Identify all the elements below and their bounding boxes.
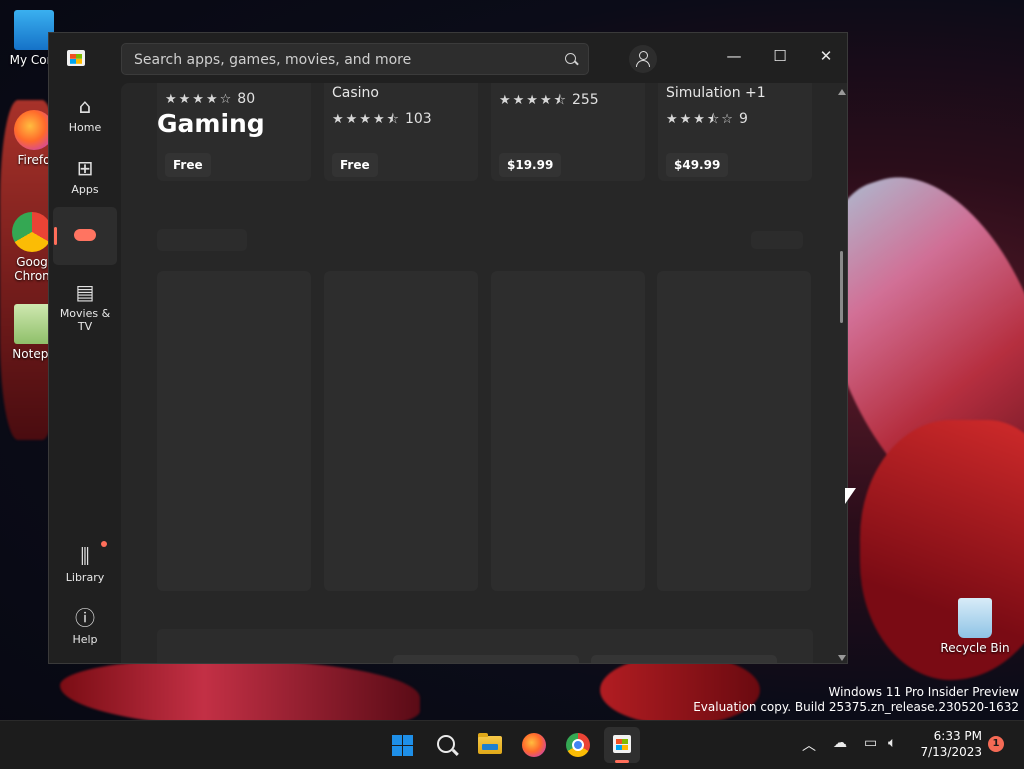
sidebar-item-label: Apps — [71, 183, 99, 196]
search-input[interactable] — [132, 44, 556, 76]
rating-count: 103 — [404, 111, 432, 127]
taskbar: ︿ ☁ ▭ 🔈︎ 6:33 PM 7/13/2023 1 — [0, 720, 1024, 769]
microsoft-store-window: — ☐ ✕ ⌂ Home ⊞ Apps ▤ Movies & TV ⫼ Libr… — [48, 32, 848, 664]
section-heading: Gaming — [157, 109, 265, 138]
app-card[interactable]: Simulation +1 ★★★⯪☆ 9 $49.99 — [658, 83, 812, 181]
desktop-icon-recycle-bin[interactable]: Recycle Bin — [940, 598, 1010, 655]
rating-stars: ★★★★⯪ 103 — [332, 111, 432, 127]
skeleton-heading — [157, 229, 247, 251]
update-badge — [101, 541, 107, 547]
sidebar-item-help[interactable]: ⓘ Help — [53, 599, 117, 657]
sidebar-item-library[interactable]: ⫼ Library — [53, 537, 117, 595]
profile-button[interactable] — [629, 45, 657, 73]
price-badge: Free — [332, 153, 378, 177]
search-icon — [437, 735, 455, 753]
taskbar-clock[interactable]: 6:33 PM 7/13/2023 — [918, 728, 982, 760]
card-title: Casino — [332, 85, 379, 101]
skeleton-tile — [491, 271, 645, 591]
skeleton-tile — [324, 271, 478, 591]
scroll-down-icon[interactable] — [838, 655, 846, 661]
vertical-scrollbar[interactable] — [835, 83, 847, 663]
windows-watermark: Windows 11 Pro Insider Preview Evaluatio… — [693, 685, 1019, 714]
taskbar-firefox[interactable] — [516, 727, 552, 763]
search-icon[interactable] — [565, 53, 576, 64]
maximize-button[interactable]: ☐ — [757, 41, 803, 71]
taskbar-microsoft-store[interactable] — [604, 727, 640, 763]
sidebar-item-movies-tv[interactable]: ▤ Movies & TV — [53, 273, 117, 333]
skeleton-pill — [393, 655, 579, 663]
rating-stars: ★★★★☆ 80 — [165, 91, 256, 107]
rating-count: 9 — [738, 111, 748, 127]
price-badge: Free — [165, 153, 211, 177]
rating-count: 80 — [237, 91, 256, 107]
scrollbar-thumb[interactable] — [840, 251, 843, 323]
chrome-icon — [12, 212, 52, 252]
rating-count: 255 — [571, 92, 599, 108]
app-card[interactable]: ★★★★⯪ 255 $19.99 — [491, 83, 645, 181]
close-button[interactable]: ✕ — [803, 41, 847, 71]
gamepad-icon — [74, 229, 96, 241]
rating-stars: ★★★⯪☆ 9 — [666, 111, 748, 127]
mouse-cursor-icon — [845, 488, 856, 504]
desktop-icon-label: Firefo — [17, 153, 51, 167]
store-icon — [613, 735, 631, 753]
clock-time: 6:33 PM — [933, 729, 982, 743]
search-box[interactable] — [121, 43, 589, 76]
desktop-icon-label: Recycle Bin — [940, 641, 1010, 655]
library-icon: ⫼ — [80, 544, 90, 568]
help-icon: ⓘ — [75, 606, 95, 630]
recycle-bin-icon — [958, 598, 992, 638]
firefox-icon — [522, 733, 546, 757]
card-title: Simulation +1 — [666, 85, 766, 101]
start-button[interactable] — [384, 727, 420, 763]
price-badge: $49.99 — [666, 153, 729, 177]
file-explorer-icon — [478, 733, 502, 754]
sidebar-item-gaming[interactable] — [53, 207, 117, 265]
network-icon[interactable]: ▭ — [864, 735, 877, 751]
volume-icon[interactable]: 🔈︎ — [888, 735, 896, 751]
skeleton-tile — [157, 271, 311, 591]
minimize-button[interactable]: — — [711, 41, 757, 71]
taskbar-chrome[interactable] — [560, 727, 596, 763]
home-icon: ⌂ — [78, 94, 92, 118]
sidebar-item-label: Movies & TV — [59, 307, 111, 333]
store-logo-icon — [67, 50, 85, 66]
title-bar: — ☐ ✕ — [49, 33, 847, 83]
desktop-icon-label: Goog Chron — [14, 255, 50, 283]
taskbar-file-explorer[interactable] — [472, 727, 508, 763]
sidebar-item-apps[interactable]: ⊞ Apps — [53, 149, 117, 207]
app-card[interactable]: Casino ★★★★⯪ 103 Free — [324, 83, 478, 181]
clock-date: 7/13/2023 — [920, 745, 982, 759]
main-content: ★★★★☆ 80 Free Gaming Casino ★★★★⯪ 103 Free… — [121, 83, 847, 663]
taskbar-search-button[interactable] — [428, 727, 464, 763]
onedrive-icon[interactable]: ☁ — [833, 735, 847, 751]
sidebar-item-label: Home — [68, 121, 102, 134]
scroll-up-icon[interactable] — [838, 89, 846, 95]
apps-icon: ⊞ — [76, 156, 94, 180]
chrome-icon — [566, 733, 590, 757]
sidebar-item-label: Help — [72, 633, 98, 646]
skeleton-pill — [591, 655, 777, 663]
show-hidden-icons-chevron-icon[interactable]: ︿ — [802, 735, 816, 755]
clapperboard-icon: ▤ — [75, 280, 95, 304]
skeleton-see-all — [751, 231, 803, 249]
windows-logo-icon — [392, 735, 413, 756]
skeleton-tile — [657, 271, 811, 591]
sidebar-item-home[interactable]: ⌂ Home — [53, 87, 117, 145]
notification-badge[interactable]: 1 — [988, 736, 1004, 752]
sidebar-item-label: Library — [65, 571, 105, 584]
rating-stars: ★★★★⯪ 255 — [499, 92, 599, 108]
price-badge: $19.99 — [499, 153, 562, 177]
